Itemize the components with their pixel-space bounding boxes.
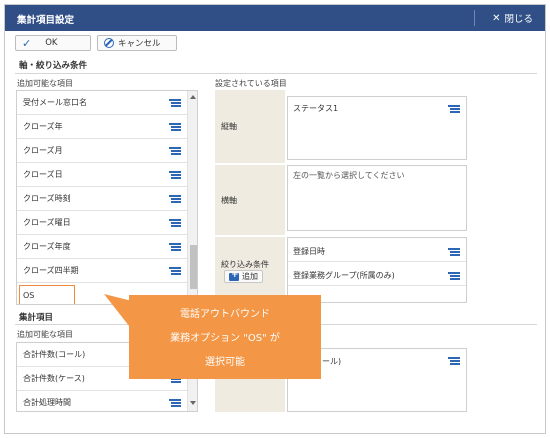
callout-line: 選択可能 <box>205 357 245 368</box>
callout-line: 電話アウトバウンド <box>180 309 270 320</box>
callout-annotation: 電話アウトバウンド 業務オプション "OS" が 選択可能 <box>129 295 321 379</box>
callout-line: 業務オプション "OS" が <box>170 333 280 344</box>
